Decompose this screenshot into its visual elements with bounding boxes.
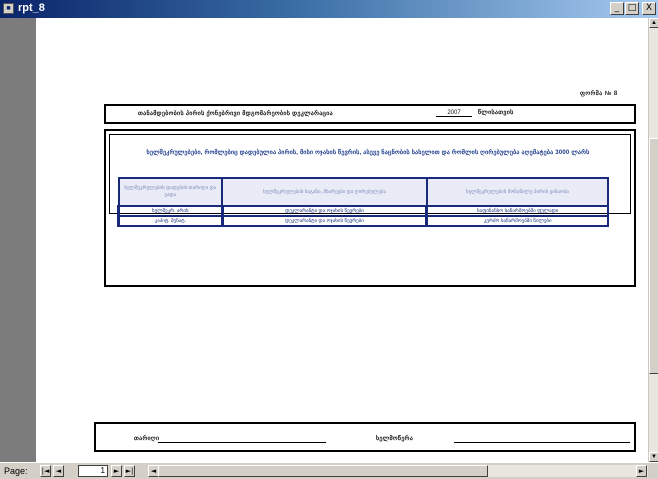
maximize-button[interactable]: □ [625, 2, 639, 15]
section-inner-box: ხელშეკრულებები, რომლებიც დადებულია პირის… [109, 134, 631, 227]
signature-line [454, 442, 630, 443]
date-label: თარიღი [134, 436, 160, 442]
app-icon: ■ [3, 3, 14, 14]
scroll-up-button[interactable]: ▲ [649, 18, 658, 28]
vertical-scrollbar[interactable]: ▲ ▼ [648, 18, 658, 462]
prev-page-button[interactable]: ◄ [53, 465, 64, 477]
signature-label: ხელმოწერა [376, 436, 414, 442]
table-cell: საფინანსო საწარმოებში ფულადი [425, 205, 610, 217]
scroll-down-button[interactable]: ▼ [649, 452, 658, 462]
status-bar: Page: |◄ ◄ 1 ► ►| ◄ ► [0, 462, 658, 479]
table-header-cell: ხელშეკრულების მონაწილე პირის ვინაობა [425, 177, 610, 207]
page-label: Page: [4, 466, 28, 476]
left-margin-strip [0, 18, 36, 462]
report-year: 2007 [436, 110, 472, 117]
table-cell: დეკლარანტი და ოჯახის წევრები [220, 205, 428, 217]
signature-footer-box: თარიღი ხელმოწერა [94, 422, 636, 452]
horizontal-scroll-thumb[interactable] [158, 465, 488, 477]
form-number: ფორმა № 8 [580, 91, 618, 97]
close-button[interactable]: X [642, 2, 656, 15]
report-header-box: თანამდებობის პირის ქონებრივი მდგომარეობი… [104, 104, 636, 124]
page-number-input[interactable]: 1 [78, 465, 108, 477]
window-title: rpt_8 [18, 2, 45, 14]
table-row: ხელშეკრ. არის დეკლარანტი და ოჯახის წევრე… [117, 205, 610, 217]
table-cell: ხელშეკრ. არის [117, 205, 224, 217]
last-page-button[interactable]: ►| [124, 465, 135, 477]
next-page-button[interactable]: ► [111, 465, 122, 477]
report-header-title: თანამდებობის პირის ქონებრივი მდგომარეობი… [138, 111, 334, 117]
table-header-row: ხელშეკრულების დადების თარიღი და ვადა ხელ… [117, 177, 610, 207]
date-line [158, 442, 326, 443]
table-cell: კერძო საწარმოებში წილები [425, 215, 610, 227]
table-header-cell: ხელშეკრულების საგანი, მხარეები და ღირებუ… [221, 177, 428, 207]
horizontal-scrollbar[interactable]: ◄ ► [148, 465, 648, 477]
scroll-right-button[interactable]: ► [636, 465, 647, 477]
first-page-button[interactable]: |◄ [40, 465, 51, 477]
table-cell: კაპიტ. შენატ. [117, 215, 224, 227]
title-bar[interactable]: ■ rpt_8 _ □ X [0, 0, 658, 18]
report-page: ფორმა № 8 თანამდებობის პირის ქონებრივი მ… [36, 18, 648, 462]
table-cell: დეკლარანტი და ოჯახის წევრები [220, 215, 428, 227]
contracts-table: ხელშეკრულების დადების თარიღი და ვადა ხელ… [117, 177, 610, 227]
vertical-scroll-thumb[interactable] [649, 138, 658, 374]
minimize-button[interactable]: _ [610, 2, 624, 15]
main-section-box: ხელშეკრულებები, რომლებიც დადებულია პირის… [104, 129, 636, 287]
report-viewer-window: ■ rpt_8 _ □ X ფორმა № 8 თანამდებობის პირ… [0, 0, 658, 479]
table-header-cell: ხელშეკრულების დადების თარიღი და ვადა [117, 177, 224, 207]
table-row: კაპიტ. შენატ. დეკლარანტი და ოჯახის წევრე… [117, 215, 610, 227]
section-title: ხელშეკრულებები, რომლებიც დადებულია პირის… [146, 150, 590, 156]
report-year-label: წლისათვის [478, 110, 514, 116]
window-controls: _ □ X [610, 2, 656, 15]
